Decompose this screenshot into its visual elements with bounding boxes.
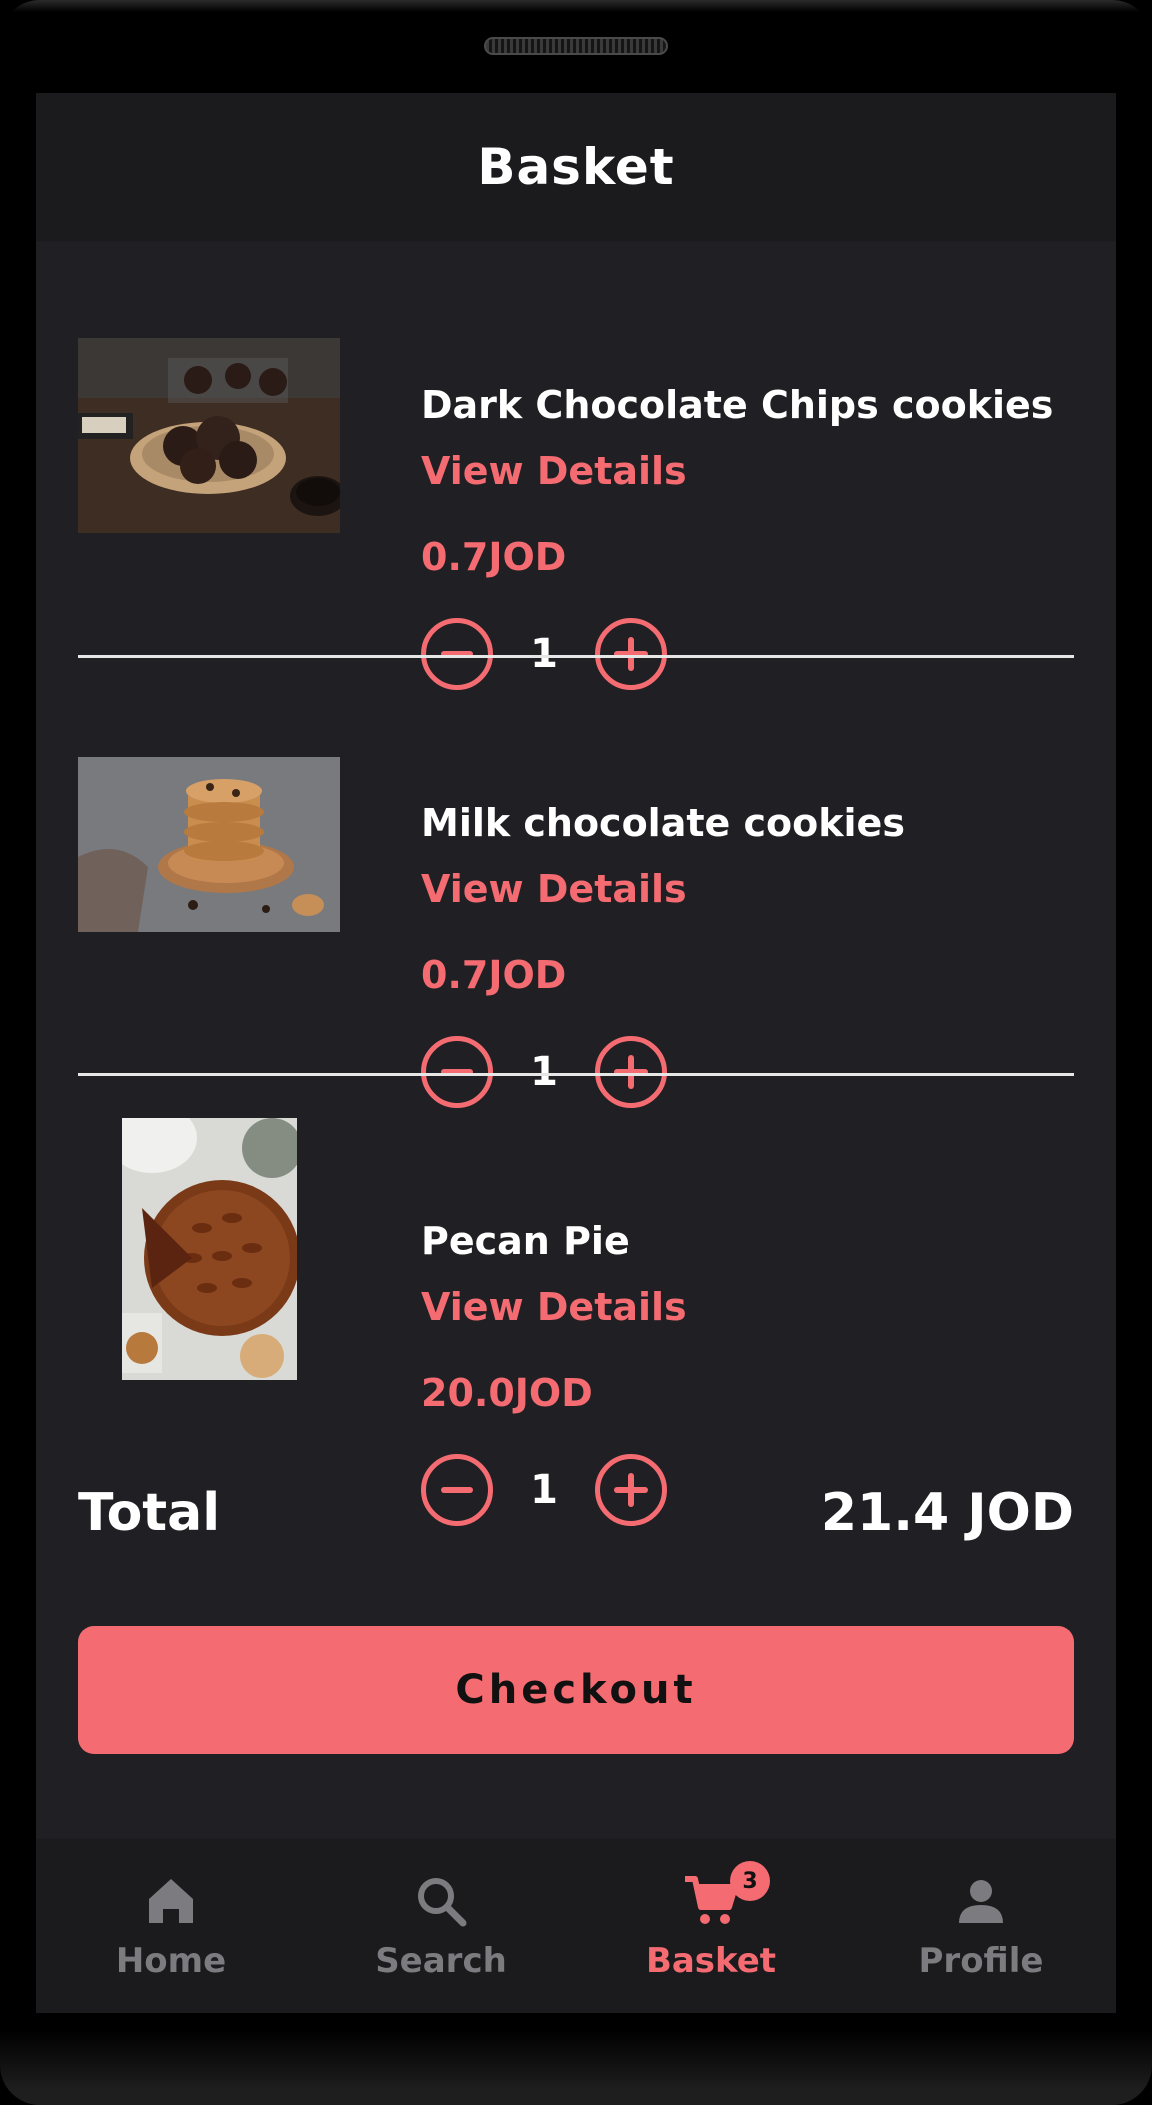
quantity-stepper: 1 (421, 1036, 681, 1108)
page-title: Basket (477, 138, 675, 196)
quantity-stepper: 1 (421, 618, 681, 690)
minus-icon (441, 1487, 473, 1493)
divider (78, 1073, 1074, 1076)
product-price: 0.7JOD (421, 953, 567, 997)
product-image (78, 338, 340, 533)
plus-icon (614, 637, 648, 671)
product-price: 20.0JOD (421, 1371, 593, 1415)
increase-quantity-button[interactable] (595, 1036, 667, 1108)
view-details-link[interactable]: View Details (421, 867, 687, 911)
view-details-link[interactable]: View Details (421, 449, 687, 493)
increase-quantity-button[interactable] (595, 618, 667, 690)
quantity-value: 1 (530, 631, 558, 677)
nav-label: Basket (645, 1941, 777, 1981)
product-image (122, 1118, 297, 1380)
divider (78, 655, 1074, 658)
nav-item-basket[interactable]: 3 Basket (576, 1839, 846, 2013)
quantity-value: 1 (530, 1467, 558, 1513)
search-icon (418, 1878, 467, 1927)
total-value: 21.4 JOD (820, 1483, 1074, 1543)
total-label: Total (78, 1483, 221, 1543)
increase-quantity-button[interactable] (595, 1454, 667, 1526)
nav-label: Profile (918, 1941, 1044, 1981)
product-image (78, 757, 340, 932)
app-screen: Basket Dark Chocolate Chips cookies View… (36, 93, 1116, 2013)
product-price: 0.7JOD (421, 535, 567, 579)
nav-label: Home (115, 1941, 227, 1981)
app-bar: Basket (36, 93, 1116, 241)
checkout-button[interactable]: Checkout (78, 1626, 1074, 1754)
basket-item: Milk chocolate cookies View Details 0.7J… (78, 681, 1074, 1108)
speaker-grille (484, 37, 668, 55)
basket-item: Pecan Pie View Details 20.0JOD 1 (78, 1099, 1074, 1526)
nav-item-home[interactable]: Home (36, 1839, 306, 2013)
plus-icon (614, 1473, 648, 1507)
quantity-value: 1 (530, 1049, 558, 1095)
basket-item: Dark Chocolate Chips cookies View Detail… (78, 263, 1074, 690)
product-name: Pecan Pie (421, 1219, 630, 1263)
quantity-stepper: 1 (421, 1454, 681, 1526)
cart-count-badge: 3 (730, 1861, 770, 1901)
home-icon (149, 1879, 193, 1923)
nav-item-profile[interactable]: Profile (846, 1839, 1116, 2013)
view-details-link[interactable]: View Details (421, 1285, 687, 1329)
decrease-quantity-button[interactable] (421, 1454, 493, 1526)
product-name: Dark Chocolate Chips cookies (421, 383, 1054, 427)
plus-icon (614, 1055, 648, 1089)
product-name: Milk chocolate cookies (421, 801, 905, 845)
nav-label: Search (375, 1941, 507, 1981)
person-icon (959, 1880, 1003, 1923)
decrease-quantity-button[interactable] (421, 1036, 493, 1108)
decrease-quantity-button[interactable] (421, 618, 493, 690)
nav-item-search[interactable]: Search (306, 1839, 576, 2013)
device-frame: Basket Dark Chocolate Chips cookies View… (0, 0, 1152, 2105)
bottom-navigation: Home Search 3 Basket Profile (36, 1839, 1116, 2013)
